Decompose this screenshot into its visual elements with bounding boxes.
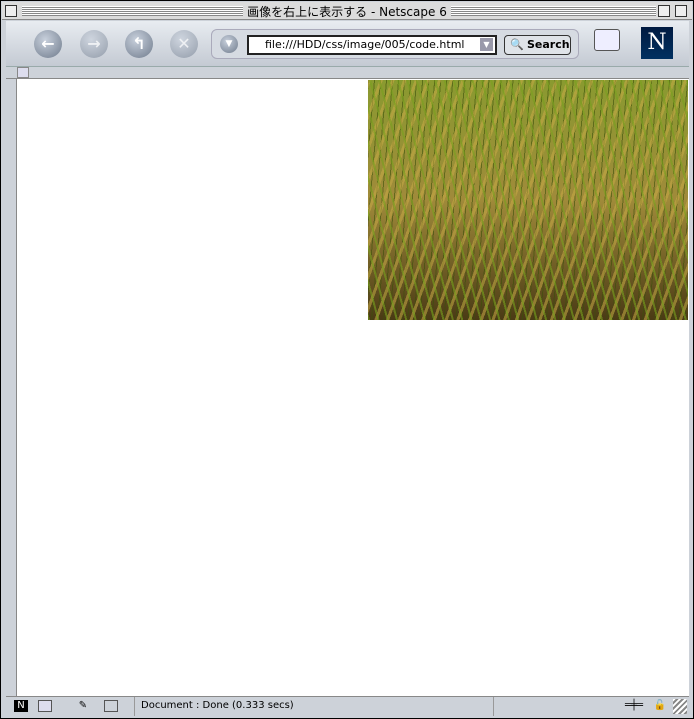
url-bar-group: ▼ file:///HDD/css/image/005/code.html ▼ … bbox=[211, 29, 579, 59]
netscape-logo[interactable]: N bbox=[641, 27, 673, 59]
navigator-icon[interactable]: N bbox=[14, 700, 28, 712]
mail-icon[interactable] bbox=[38, 700, 52, 712]
forward-button[interactable]: → bbox=[80, 30, 108, 58]
stop-icon: ✕ bbox=[177, 34, 191, 53]
rice-field-image bbox=[368, 80, 688, 320]
url-text: file:///HDD/css/image/005/code.html bbox=[265, 38, 465, 51]
stop-button[interactable]: ✕ bbox=[170, 30, 198, 58]
tab-grippy[interactable] bbox=[17, 67, 29, 78]
resize-grip[interactable] bbox=[673, 699, 687, 714]
print-icon[interactable] bbox=[594, 29, 620, 51]
magnifier-icon: 🔍 bbox=[510, 38, 524, 51]
forward-icon: → bbox=[87, 34, 101, 53]
reload-button[interactable]: ↰ bbox=[125, 30, 153, 58]
status-text: Document : Done (0.333 secs) bbox=[134, 697, 494, 716]
zoom-box[interactable] bbox=[658, 5, 670, 17]
navigation-toolbar: ← → ↰ ✕ ▼ file:///HDD/css/image/005/code… bbox=[6, 21, 689, 67]
url-input[interactable]: file:///HDD/css/image/005/code.html ▼ bbox=[247, 35, 497, 55]
lock-icon: 🔓 bbox=[653, 700, 667, 711]
search-button[interactable]: 🔍 Search bbox=[504, 35, 571, 55]
tab-strip bbox=[6, 67, 689, 79]
status-bar: N ✎ Document : Done (0.333 secs) ═╪═ 🔓 bbox=[6, 696, 689, 716]
window-title: 画像を右上に表示する - Netscape 6 bbox=[243, 5, 451, 19]
address-book-icon[interactable] bbox=[104, 700, 118, 712]
title-bar[interactable]: 画像を右上に表示する - Netscape 6 bbox=[2, 2, 692, 20]
reload-icon: ↰ bbox=[132, 34, 146, 53]
logo-letter: N bbox=[647, 30, 667, 55]
composer-icon[interactable]: ✎ bbox=[76, 700, 90, 712]
history-dropdown[interactable]: ▼ bbox=[220, 35, 238, 53]
online-icon[interactable]: ═╪═ bbox=[621, 700, 647, 712]
url-dropdown-icon[interactable]: ▼ bbox=[480, 38, 493, 51]
back-button[interactable]: ← bbox=[34, 30, 62, 58]
search-label: Search bbox=[527, 38, 570, 51]
browser-window: 画像を右上に表示する - Netscape 6 ← → ↰ ✕ ▼ file:/… bbox=[0, 0, 694, 719]
back-icon: ← bbox=[41, 34, 55, 53]
page-content bbox=[17, 79, 689, 696]
chevron-down-icon: ▼ bbox=[225, 39, 233, 49]
sidebar-grippy[interactable] bbox=[6, 79, 17, 696]
collapse-box[interactable] bbox=[675, 5, 687, 17]
